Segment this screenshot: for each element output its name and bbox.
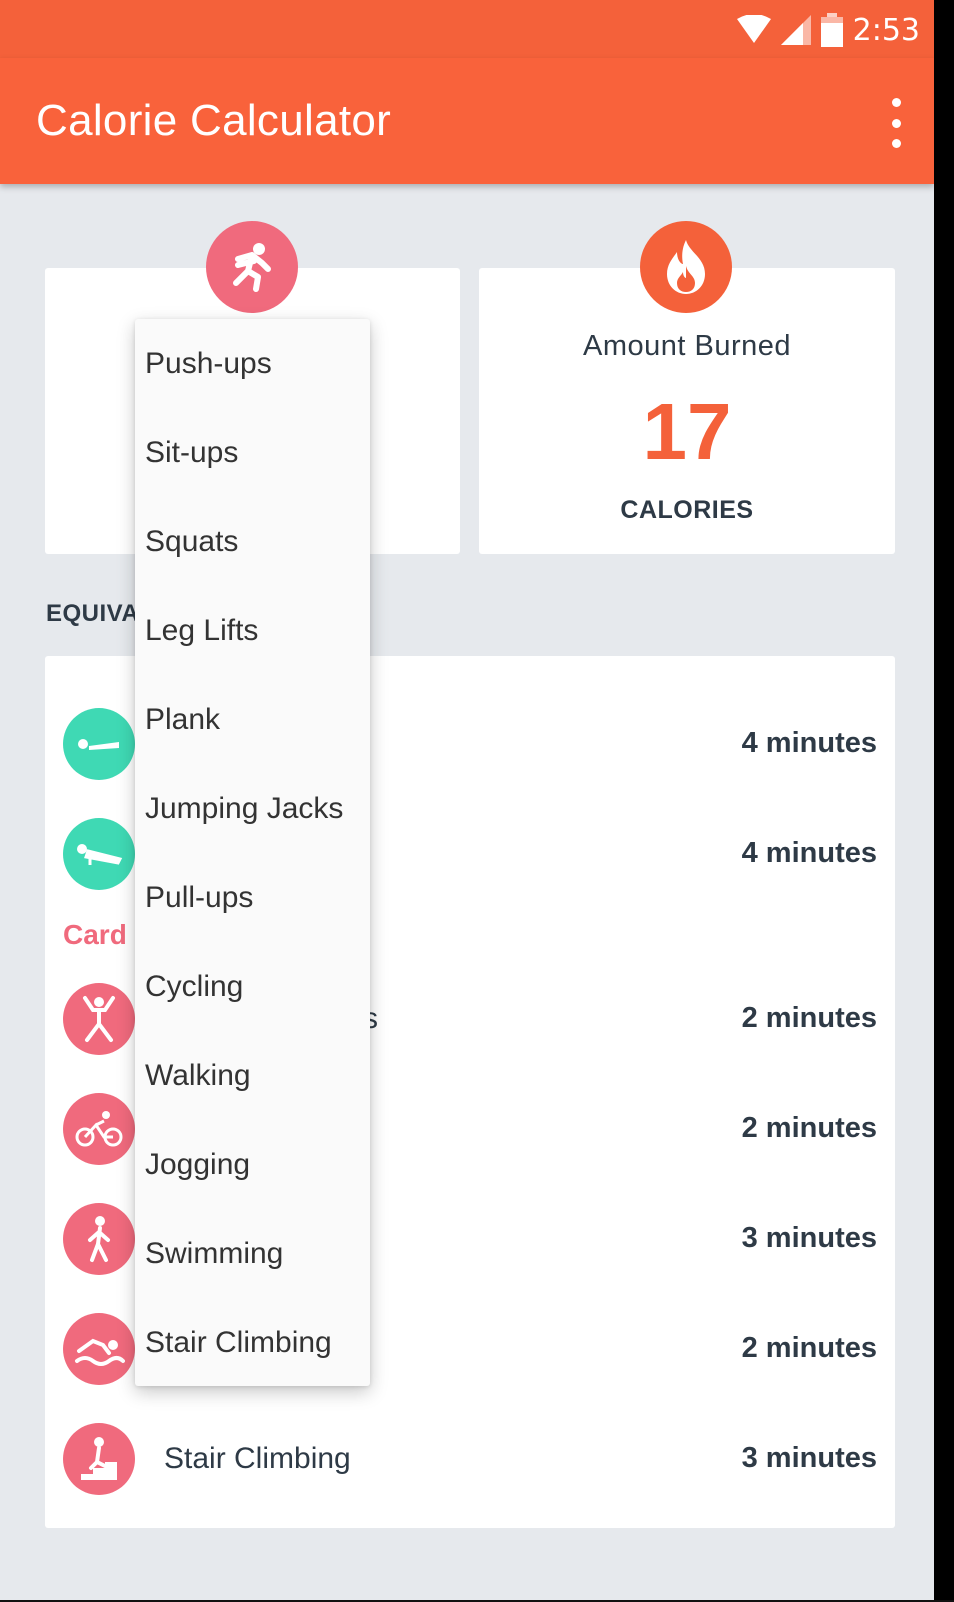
push-up-icon [63,818,135,890]
dropdown-option-sit-ups[interactable]: Sit-ups [135,408,370,497]
row-duration: 4 minutes [741,837,877,869]
dropdown-option-stair-climbing[interactable]: Stair Climbing [135,1298,370,1387]
dropdown-option-swimming[interactable]: Swimming [135,1209,370,1298]
screen-edge [934,0,954,1602]
battery-icon [820,13,843,47]
row-duration: 3 minutes [741,1222,877,1254]
calories-value: 17 [642,387,732,476]
row-duration: 3 minutes [741,1442,877,1474]
jumping-jacks-icon [63,983,135,1055]
dropdown-option-cycling[interactable]: Cycling [135,942,370,1031]
row-duration: 2 minutes [741,1332,877,1364]
dropdown-option-plank[interactable]: Plank [135,675,370,764]
calories-unit: CALORIES [620,496,754,524]
app-title: Calorie Calculator [36,96,392,145]
activity-dropdown-menu: Push-ups Sit-ups Squats Leg Lifts Plank … [135,319,370,1386]
dropdown-option-jumping-jacks[interactable]: Jumping Jacks [135,764,370,853]
flame-icon [640,221,732,313]
dropdown-option-pull-ups[interactable]: Pull-ups [135,853,370,942]
swimming-icon [63,1313,135,1385]
row-label: Stair Climbing [164,1442,351,1475]
stair-climbing-icon [63,1423,135,1495]
dropdown-option-walking[interactable]: Walking [135,1031,370,1120]
dropdown-option-jogging[interactable]: Jogging [135,1120,370,1209]
category-label: Card [63,919,127,950]
amount-burned-label: Amount Burned [582,330,791,362]
clock-time: 2:53 [852,12,920,48]
dropdown-option-push-ups[interactable]: Push-ups [135,319,370,408]
status-icons: 2:53 [736,10,920,50]
cycling-icon [63,1093,135,1165]
row-duration: 2 minutes [741,1002,877,1034]
walking-icon [63,1203,135,1275]
wifi-icon [736,15,771,43]
dropdown-option-leg-lifts[interactable]: Leg Lifts [135,586,370,675]
row-duration: 4 minutes [741,727,877,759]
running-person-icon [206,221,298,313]
signal-icon [780,15,811,45]
status-bar: 2:53 [0,0,934,58]
more-vert-icon[interactable] [884,98,908,148]
list-item[interactable]: Stair Climbing 3 minutes [45,1420,895,1500]
dropdown-option-squats[interactable]: Squats [135,497,370,586]
row-duration: 2 minutes [741,1112,877,1144]
app-bar: Calorie Calculator [0,58,934,184]
plank-icon [63,708,135,780]
